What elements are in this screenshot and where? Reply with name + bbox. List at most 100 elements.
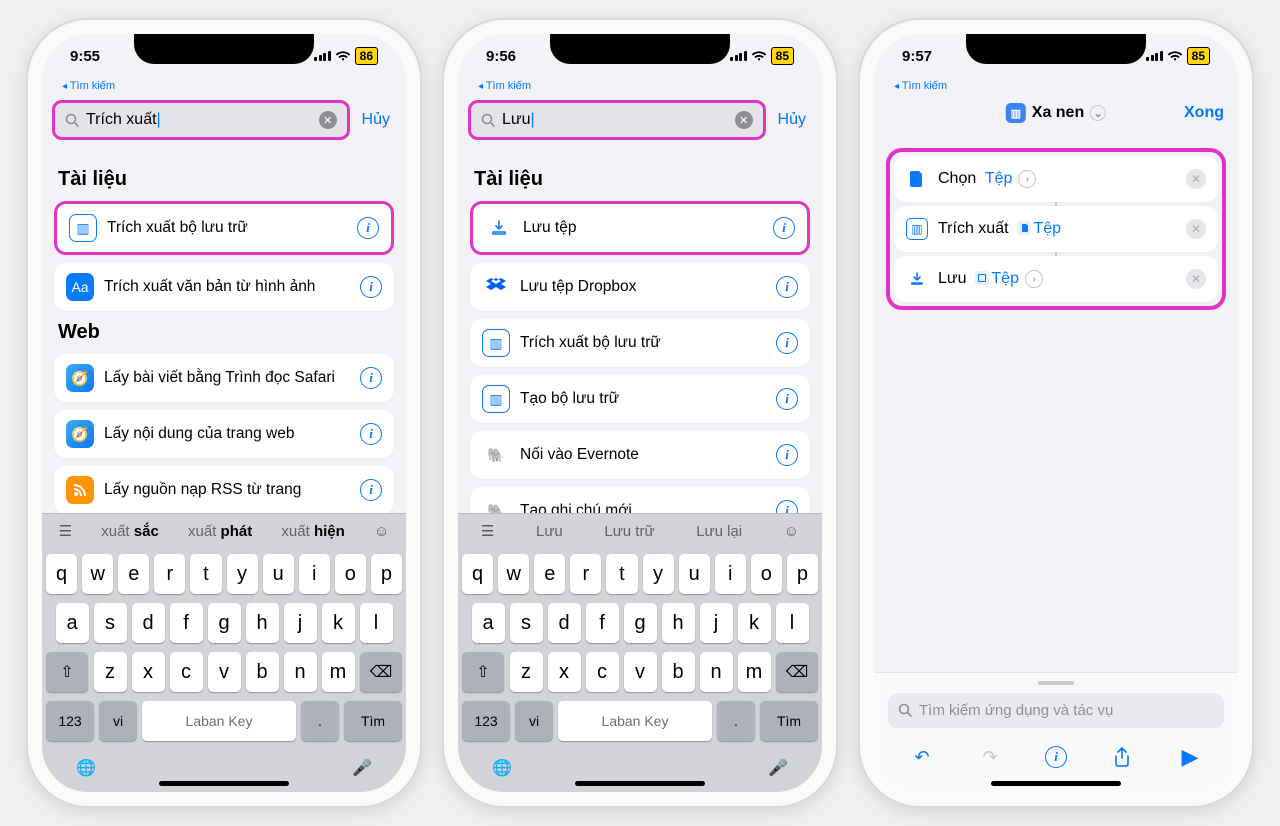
space-key[interactable]: Laban Key <box>558 701 712 741</box>
key-e[interactable]: e <box>534 554 565 594</box>
item-web-content[interactable]: 🧭 Lấy nội dung của trang web i <box>54 410 394 458</box>
remove-icon[interactable]: ✕ <box>1186 219 1206 239</box>
key-w[interactable]: w <box>82 554 113 594</box>
info-icon[interactable]: i <box>776 500 798 513</box>
info-icon[interactable]: i <box>773 217 795 239</box>
key-f[interactable]: f <box>170 603 203 643</box>
key-w[interactable]: w <box>498 554 529 594</box>
key-l[interactable]: l <box>776 603 809 643</box>
suggestion[interactable]: Lưu trữ <box>604 523 654 540</box>
key-u[interactable]: u <box>263 554 294 594</box>
key-q[interactable]: q <box>462 554 493 594</box>
emoji-icon[interactable]: ☺ <box>784 523 799 540</box>
key-d[interactable]: d <box>132 603 165 643</box>
file-token[interactable]: Tệp <box>975 270 1019 287</box>
key-j[interactable]: j <box>700 603 733 643</box>
info-icon[interactable]: i <box>776 444 798 466</box>
item-evernote-new[interactable]: 🐘 Tạo ghi chú mới i <box>470 487 810 513</box>
key-e[interactable]: e <box>118 554 149 594</box>
share-button[interactable] <box>1109 744 1135 770</box>
info-icon[interactable]: i <box>360 479 382 501</box>
key-m[interactable]: m <box>322 652 355 692</box>
key-f[interactable]: f <box>586 603 619 643</box>
info-icon[interactable]: i <box>360 423 382 445</box>
info-button[interactable]: i <box>1045 746 1067 768</box>
key-y[interactable]: y <box>227 554 258 594</box>
item-make-archive[interactable]: ▥ Tạo bộ lưu trữ i <box>470 375 810 423</box>
key-u[interactable]: u <box>679 554 710 594</box>
item-evernote-append[interactable]: 🐘 Nối vào Evernote i <box>470 431 810 479</box>
key-k[interactable]: k <box>738 603 771 643</box>
emoji-icon[interactable]: ☺ <box>374 523 389 540</box>
key-b[interactable]: b <box>662 652 695 692</box>
key-p[interactable]: p <box>371 554 402 594</box>
key-n[interactable]: n <box>284 652 317 692</box>
key-d[interactable]: d <box>548 603 581 643</box>
play-button[interactable]: ▶ <box>1177 744 1203 770</box>
dot-key[interactable]: . <box>717 701 755 741</box>
key-r[interactable]: r <box>154 554 185 594</box>
globe-icon[interactable]: 🌐 <box>492 758 512 778</box>
item-rss[interactable]: Lấy nguồn nạp RSS từ trang i <box>54 466 394 513</box>
back-link[interactable]: Tìm kiếm <box>874 78 1238 100</box>
item-save-dropbox[interactable]: Lưu tệp Dropbox i <box>470 263 810 311</box>
cancel-button[interactable]: Hủy <box>356 111 396 129</box>
key-t[interactable]: t <box>606 554 637 594</box>
key-q[interactable]: q <box>46 554 77 594</box>
action-save[interactable]: Lưu Tệp › ✕ <box>894 256 1218 302</box>
key-g[interactable]: g <box>624 603 657 643</box>
mic-icon[interactable]: 🎤 <box>352 758 372 778</box>
find-key[interactable]: Tìm <box>344 701 402 741</box>
done-button[interactable]: Xong <box>1184 104 1224 122</box>
undo-button[interactable]: ↶ <box>909 744 935 770</box>
info-icon[interactable]: i <box>776 276 798 298</box>
expand-icon[interactable]: › <box>1018 170 1036 188</box>
chevron-down-icon[interactable]: ⌄ <box>1090 105 1106 121</box>
key-v[interactable]: v <box>208 652 241 692</box>
key-a[interactable]: a <box>56 603 89 643</box>
key-r[interactable]: r <box>570 554 601 594</box>
key-v[interactable]: v <box>624 652 657 692</box>
key-n[interactable]: n <box>700 652 733 692</box>
cancel-button[interactable]: Hủy <box>772 111 812 129</box>
file-token[interactable]: Tệp <box>985 170 1013 187</box>
key-m[interactable]: m <box>738 652 771 692</box>
remove-icon[interactable]: ✕ <box>1186 269 1206 289</box>
list-icon[interactable]: ☰ <box>481 522 494 540</box>
key-h[interactable]: h <box>662 603 695 643</box>
find-key[interactable]: Tìm <box>760 701 818 741</box>
action-extract[interactable]: ▥ Trích xuất Tệp ✕ <box>894 206 1218 252</box>
item-save-file[interactable]: Lưu tệp i <box>470 201 810 255</box>
mic-icon[interactable]: 🎤 <box>768 758 788 778</box>
shift-key[interactable]: ⇧ <box>46 652 88 692</box>
search-input[interactable]: Lưu ✕ <box>468 100 766 140</box>
back-link[interactable]: Tìm kiếm <box>42 78 406 100</box>
globe-icon[interactable]: 🌐 <box>76 758 96 778</box>
key-x[interactable]: x <box>548 652 581 692</box>
key-z[interactable]: z <box>94 652 127 692</box>
item-extract-text-image[interactable]: Aa Trích xuất văn bản từ hình ảnh i <box>54 263 394 311</box>
suggestion[interactable]: Lưu lại <box>696 523 742 540</box>
home-indicator[interactable] <box>575 781 705 786</box>
info-icon[interactable]: i <box>360 276 382 298</box>
key-t[interactable]: t <box>190 554 221 594</box>
home-indicator[interactable] <box>991 781 1121 786</box>
key-o[interactable]: o <box>751 554 782 594</box>
dot-key[interactable]: . <box>301 701 339 741</box>
key-l[interactable]: l <box>360 603 393 643</box>
lang-key[interactable]: vi <box>515 701 553 741</box>
item-extract-archive[interactable]: ▥ Trích xuất bộ lưu trữ i <box>54 201 394 255</box>
info-icon[interactable]: i <box>776 388 798 410</box>
numbers-key[interactable]: 123 <box>46 701 94 741</box>
clear-icon[interactable]: ✕ <box>735 111 753 129</box>
clear-icon[interactable]: ✕ <box>319 111 337 129</box>
key-i[interactable]: i <box>715 554 746 594</box>
item-safari-reader[interactable]: 🧭 Lấy bài viết bằng Trình đọc Safari i <box>54 354 394 402</box>
numbers-key[interactable]: 123 <box>462 701 510 741</box>
search-input[interactable]: Trích xuất ✕ <box>52 100 350 140</box>
key-k[interactable]: k <box>322 603 355 643</box>
key-s[interactable]: s <box>510 603 543 643</box>
key-o[interactable]: o <box>335 554 366 594</box>
action-choose-file[interactable]: Chọn Tệp › ✕ <box>894 156 1218 202</box>
action-search[interactable]: Tìm kiếm ứng dụng và tác vụ <box>888 693 1224 728</box>
